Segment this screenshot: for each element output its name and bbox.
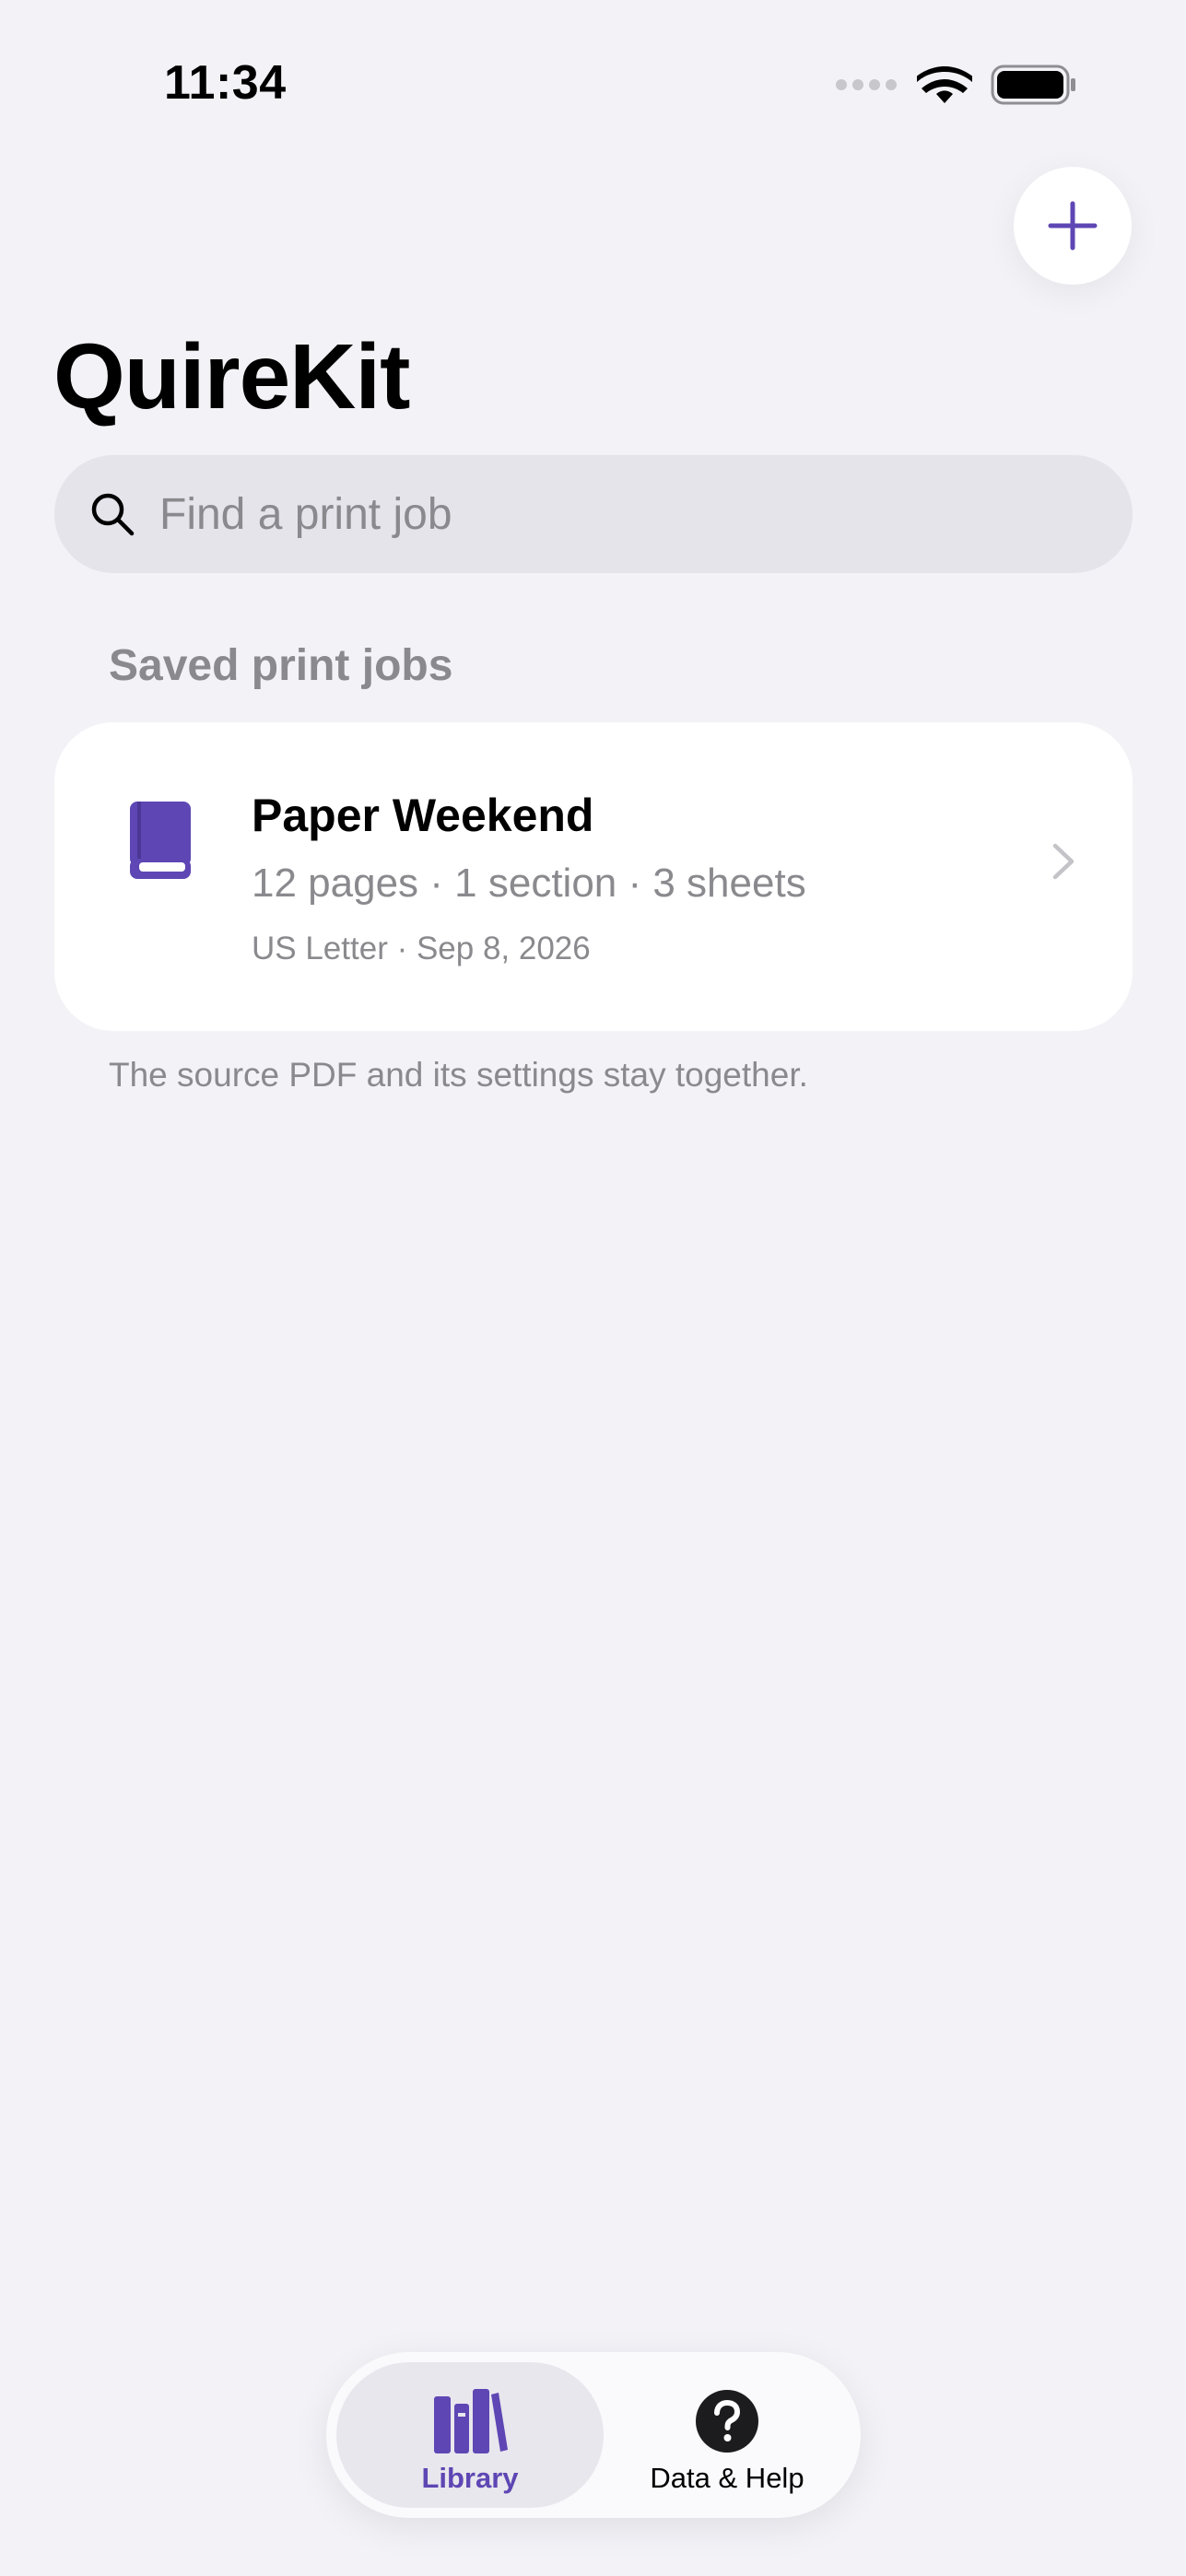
books-icon xyxy=(434,2389,508,2453)
print-job-row[interactable]: Paper Weekend 12 pages · 1 section · 3 s… xyxy=(54,722,1133,1031)
section-header: Saved print jobs xyxy=(109,641,453,690)
print-job-name: Paper Weekend xyxy=(252,790,594,841)
search-input[interactable] xyxy=(159,488,989,540)
search-icon xyxy=(91,493,135,536)
tab-label: Library xyxy=(421,2462,519,2494)
question-mark-icon xyxy=(696,2390,758,2453)
cellular-signal-icon xyxy=(836,79,897,90)
plus-icon xyxy=(1048,201,1098,251)
tab-label: Data & Help xyxy=(650,2462,804,2494)
status-icons xyxy=(836,64,1077,105)
chevron-right-icon xyxy=(1052,843,1074,880)
print-job-meta: US Letter · Sep 8, 2026 xyxy=(252,931,591,966)
battery-icon xyxy=(991,64,1075,105)
app-title: QuireKit xyxy=(53,325,410,428)
tab-bar: Library Data & Help xyxy=(326,2352,861,2518)
search-bar[interactable] xyxy=(54,455,1133,573)
library-screen: 11:34 QuireKit Saved print jobs xyxy=(0,0,1186,2576)
print-job-details: 12 pages · 1 section · 3 sheets xyxy=(252,861,806,906)
tab-library[interactable]: Library xyxy=(336,2362,604,2508)
status-time: 11:34 xyxy=(164,56,287,110)
add-print-job-button[interactable] xyxy=(1014,167,1132,285)
tab-data-help[interactable]: Data & Help xyxy=(603,2362,851,2508)
wifi-icon xyxy=(917,66,972,103)
book-icon xyxy=(130,802,191,879)
section-footer-note: The source PDF and its settings stay tog… xyxy=(109,1056,808,1094)
